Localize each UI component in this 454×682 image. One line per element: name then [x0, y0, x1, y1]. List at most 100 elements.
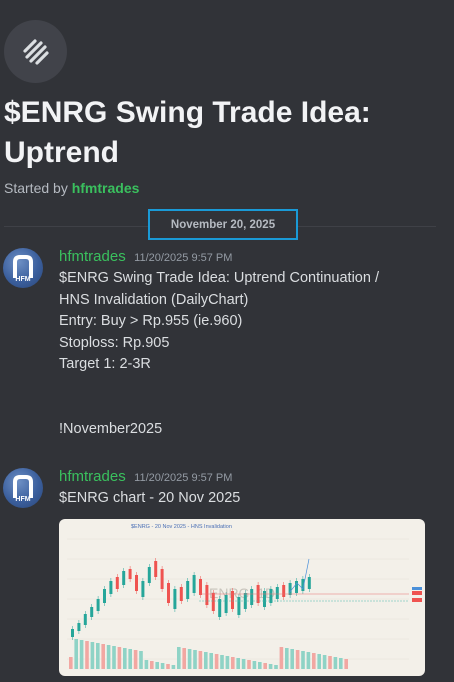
chart-candle — [109, 581, 113, 594]
chart-volume-bar — [333, 657, 338, 669]
message-line: Stoploss: Rp.905 — [59, 334, 170, 351]
chart-volume-bar — [166, 664, 170, 669]
chart-volume-bar — [241, 659, 246, 669]
chart-candle — [90, 607, 94, 617]
chart-volume-bar — [231, 657, 235, 669]
chart-volume-bar — [150, 661, 154, 669]
message-line: !November2025 — [59, 420, 163, 437]
chart-volume-bar — [160, 663, 165, 669]
chart-volume-bar — [177, 647, 181, 669]
chart-volume-bar — [193, 650, 197, 669]
chart-volume-bar — [225, 656, 230, 669]
chart-volume-bar — [155, 662, 159, 669]
timestamp: 11/20/2025 9:57 PM — [134, 252, 233, 264]
chart-volume-bar — [204, 652, 208, 669]
chart-volume-bar — [171, 665, 176, 669]
chart-candle — [71, 629, 74, 637]
chart-candle — [192, 575, 196, 593]
started-by: Started by hfmtrades — [4, 180, 139, 196]
chart-volume-bar — [306, 652, 311, 669]
thread-title: $ENRG Swing Trade Idea: Uptrend — [4, 96, 371, 169]
thread-icon — [4, 20, 67, 83]
chart-image: $ENRG - 20 Nov 2025 - HNS Invalidation E… — [67, 524, 422, 669]
chart-candle — [250, 589, 254, 605]
chart-candle — [115, 577, 119, 589]
chart-volume-bar — [290, 649, 294, 669]
chart-volume-bar — [101, 644, 105, 669]
chart-volume-bar — [295, 650, 300, 669]
chart-volume-bar — [74, 639, 78, 669]
chart-volume-bar — [69, 657, 73, 669]
chart-candle — [295, 581, 298, 593]
chart-candle — [154, 561, 158, 577]
chart-candle — [77, 623, 81, 631]
chart-volume-bar — [123, 648, 127, 669]
chart-volume-bar — [268, 664, 273, 669]
chart-volume-bar — [144, 660, 149, 669]
started-by-prefix: Started by — [4, 180, 68, 196]
chart-volume-bar — [133, 650, 138, 669]
message-line: $ENRG chart - 20 Nov 2025 — [59, 490, 241, 506]
chart-volume-bar — [90, 642, 95, 669]
chart-volume-bar — [236, 658, 240, 669]
avatar[interactable]: HFM — [3, 468, 43, 508]
chart-candle — [282, 585, 286, 597]
chart-volume-bar — [214, 654, 219, 669]
chart-volume-bar — [106, 645, 111, 669]
chart-marks — [67, 538, 422, 669]
chart-candle — [205, 585, 209, 605]
chart-volume-bar — [220, 655, 224, 669]
chart-candle — [103, 589, 106, 603]
chart-candle — [218, 599, 222, 617]
chart-candle — [199, 579, 202, 595]
chart-volume-bar — [96, 643, 100, 669]
message-content: $ENRG chart - 20 Nov 2025 — [59, 488, 439, 510]
chart-candle — [307, 577, 311, 589]
chart-volume-bar — [112, 646, 116, 669]
chart-price-tag — [412, 587, 422, 590]
message-line — [59, 376, 439, 398]
avatar-label: HFM — [15, 276, 31, 283]
chart-volume-bar — [139, 651, 143, 669]
avatar[interactable]: HFM — [3, 248, 43, 288]
chart-volume-bar — [312, 653, 316, 669]
chart-candle — [288, 583, 292, 595]
chart-candle — [275, 587, 279, 599]
chart-volume-bar — [79, 640, 84, 669]
username[interactable]: hfmtrades — [59, 468, 126, 485]
chart-volume-bar — [285, 648, 289, 669]
message-content: $ENRG Swing Trade Idea: Uptrend Continua… — [59, 268, 439, 440]
chart-candle — [167, 583, 170, 603]
timestamp: 11/20/2025 9:57 PM — [134, 472, 233, 484]
chart-price-tag — [412, 598, 422, 602]
chart-candle — [135, 575, 138, 591]
chart-volume-bar — [344, 659, 348, 669]
chart-candle — [224, 595, 228, 613]
chart-candle — [147, 567, 151, 583]
chart-candle — [96, 599, 100, 611]
chart-image-attachment[interactable]: $ENRG - 20 Nov 2025 - HNS Invalidation E… — [59, 519, 425, 676]
chart-volume-bar — [279, 647, 284, 669]
message-line: Target 1: 2-3R — [59, 356, 151, 372]
chart-candle — [83, 614, 87, 625]
avatar-label: HFM — [15, 496, 31, 503]
message-line: HNS Invalidation (DailyChart) — [59, 291, 249, 308]
chart-title: $ENRG - 20 Nov 2025 - HNS Invalidation — [131, 524, 232, 530]
message-line — [59, 397, 439, 419]
thread-author-link[interactable]: hfmtrades — [72, 180, 140, 196]
chart-volume-bar — [128, 649, 132, 669]
message-header: hfmtrades 11/20/2025 9:57 PM — [59, 468, 232, 486]
chart-candle — [160, 569, 164, 589]
chart-volume-bar — [274, 665, 278, 669]
chart-volume-bar — [328, 656, 332, 669]
chart-volume-bar — [322, 655, 327, 669]
chart-price-tag — [412, 591, 422, 595]
username[interactable]: hfmtrades — [59, 248, 126, 265]
chart-volume-bar — [317, 654, 321, 669]
message-header: hfmtrades 11/20/2025 9:57 PM — [59, 248, 232, 266]
chart-candle — [141, 581, 145, 597]
chart-volume-bar — [209, 653, 213, 669]
message-line: Entry: Buy > Rp.955 (ie.960) — [59, 313, 243, 329]
chart-candle — [179, 587, 183, 601]
chart-volume-bar — [252, 661, 257, 669]
